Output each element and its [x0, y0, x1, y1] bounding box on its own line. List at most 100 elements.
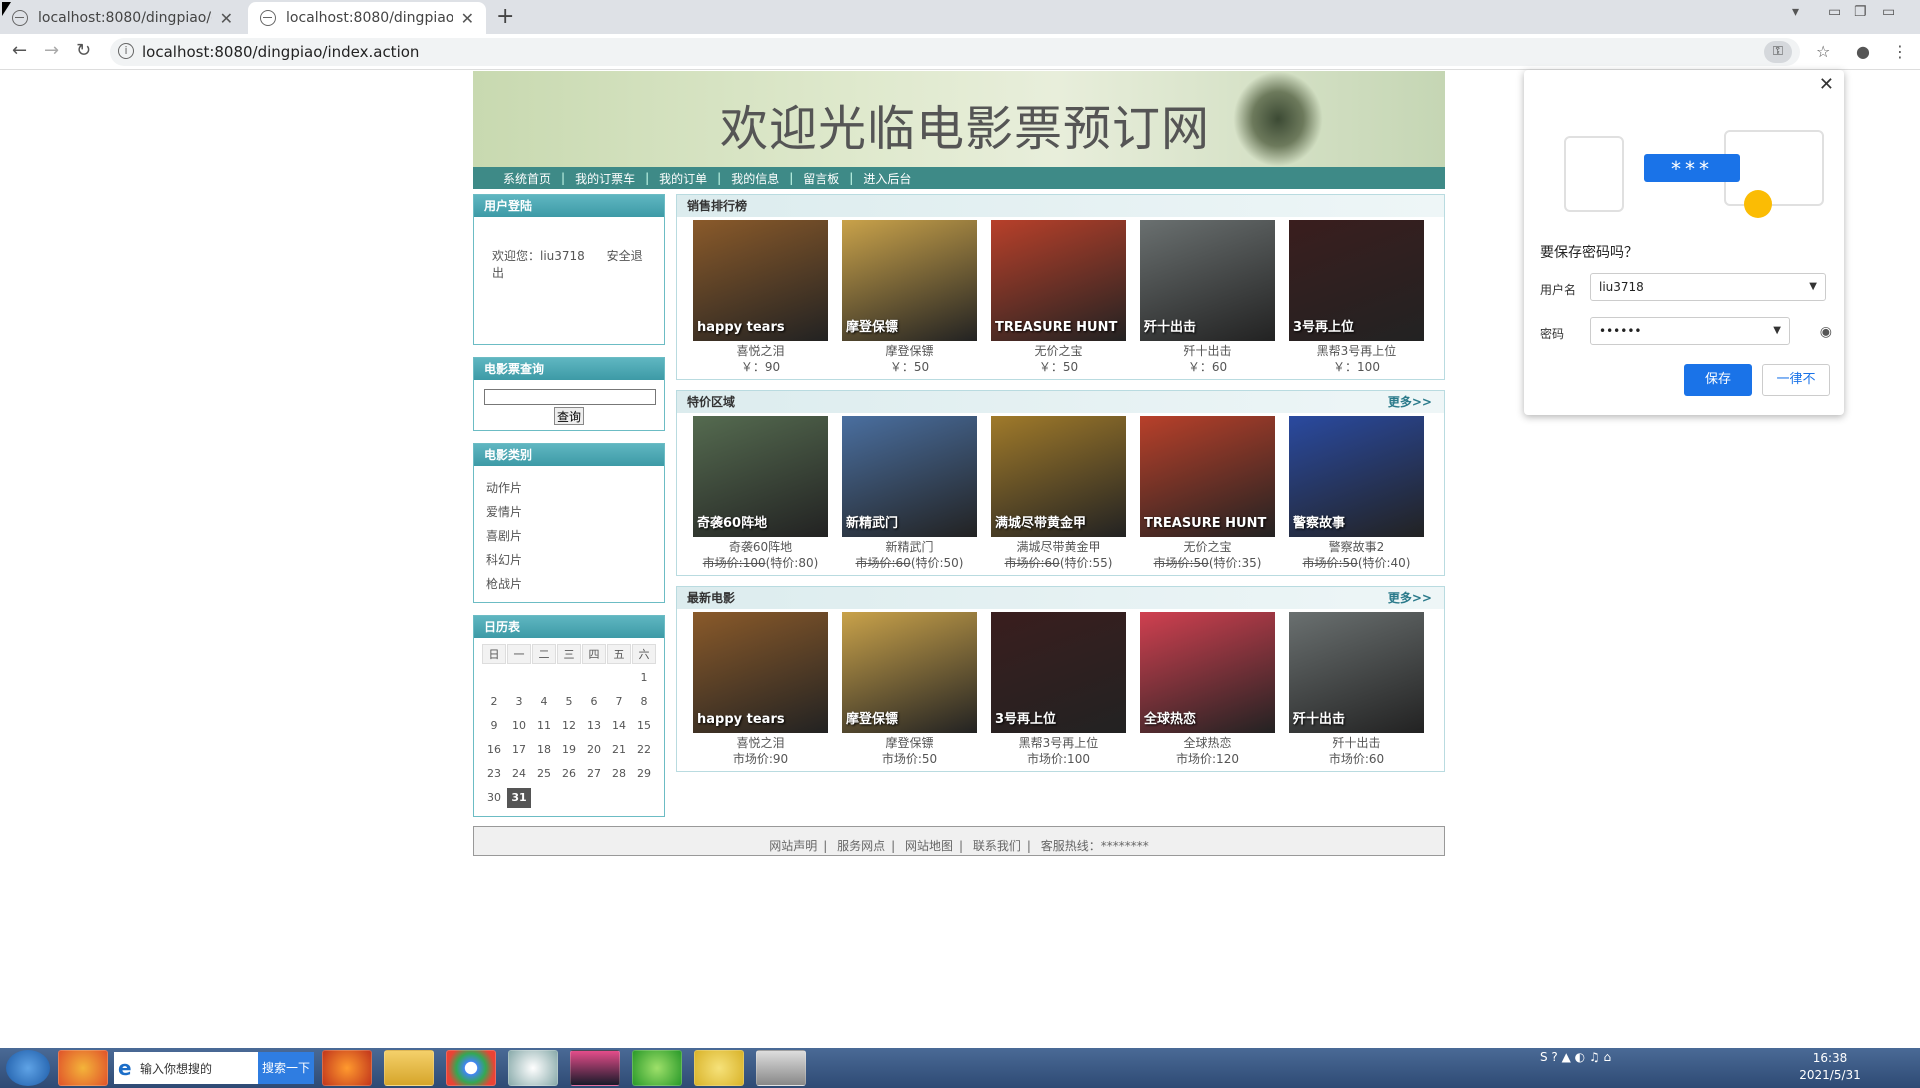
search-go-button[interactable]: 搜索一下 — [258, 1052, 314, 1084]
movie-card[interactable]: 歼十出击 歼十出击 市场价:60 — [1289, 612, 1424, 767]
calendar-day[interactable]: 13 — [582, 716, 606, 736]
star-icon[interactable]: ☆ — [1816, 42, 1830, 61]
menu-icon[interactable]: ⋮ — [1892, 42, 1908, 61]
calendar-day[interactable]: 8 — [632, 692, 656, 712]
nav-home[interactable]: 系统首页 — [503, 170, 551, 187]
movie-poster[interactable]: happy tears — [693, 612, 828, 733]
app-icon[interactable] — [694, 1050, 744, 1086]
new-tab-button[interactable]: + — [496, 4, 514, 29]
movie-card[interactable]: 摩登保镖 摩登保镖 市场价:50 — [842, 612, 977, 767]
movie-name[interactable]: 喜悦之泪 — [693, 343, 828, 359]
calendar-day[interactable]: 5 — [557, 692, 581, 712]
calendar-day[interactable]: 23 — [482, 764, 506, 784]
movie-card[interactable]: happy tears 喜悦之泪 市场价:90 — [693, 612, 828, 767]
password-field[interactable]: •••••• ▼ — [1590, 317, 1790, 345]
movie-poster[interactable]: 警察故事 — [1289, 416, 1424, 537]
calendar-day[interactable]: 7 — [607, 692, 631, 712]
app-icon[interactable] — [508, 1050, 558, 1086]
movie-name[interactable]: 摩登保镖 — [842, 343, 977, 359]
calendar-day[interactable]: 25 — [532, 764, 556, 784]
movie-name[interactable]: 摩登保镖 — [842, 735, 977, 751]
forward-icon[interactable]: → — [44, 40, 59, 61]
movie-card[interactable]: 新精武门 新精武门 市场价:60(特价:50) — [842, 416, 977, 571]
username-field[interactable]: liu3718 ▼ — [1590, 273, 1826, 301]
clock[interactable]: 16:38 2021/5/31 — [1790, 1050, 1870, 1084]
movie-name[interactable]: 满城尽带黄金甲 — [991, 539, 1126, 555]
movie-poster[interactable]: happy tears — [693, 220, 828, 341]
movie-card[interactable]: TREASURE HUNT 无价之宝 ￥：50 — [991, 220, 1126, 375]
calendar-day[interactable]: 2 — [482, 692, 506, 712]
calendar-day[interactable]: 29 — [632, 764, 656, 784]
firefox-icon[interactable] — [322, 1050, 372, 1086]
minimize-button[interactable]: ▭ — [1828, 4, 1841, 20]
movie-poster[interactable]: 全球热恋 — [1140, 612, 1275, 733]
system-tray[interactable]: S ? ▲ ◐ ♫ ⌂ — [1540, 1050, 1611, 1064]
movie-name[interactable]: 警察故事2 — [1289, 539, 1424, 555]
category-item[interactable]: 喜剧片 — [486, 524, 664, 548]
wechat-icon[interactable] — [632, 1050, 682, 1086]
calendar-day[interactable]: 21 — [607, 740, 631, 760]
calendar-day[interactable]: 12 — [557, 716, 581, 736]
calendar-day[interactable]: 4 — [532, 692, 556, 712]
movie-poster[interactable]: 摩登保镖 — [842, 220, 977, 341]
movie-card[interactable]: 全球热恋 全球热恋 市场价:120 — [1140, 612, 1275, 767]
calendar-day[interactable]: 22 — [632, 740, 656, 760]
more-link[interactable]: 更多>> — [1388, 587, 1432, 609]
movie-card[interactable]: 歼十出击 歼十出击 ￥：60 — [1140, 220, 1275, 375]
calendar-day[interactable]: 14 — [607, 716, 631, 736]
eye-icon[interactable]: ◉ — [1820, 324, 1832, 340]
calendar-day[interactable]: 27 — [582, 764, 606, 784]
category-item[interactable]: 动作片 — [486, 476, 664, 500]
calendar-day[interactable]: 16 — [482, 740, 506, 760]
movie-poster[interactable]: 奇袭60阵地 — [693, 416, 828, 537]
address-bar[interactable]: i localhost:8080/dingpiao/index.action ⚿ — [110, 38, 1800, 66]
calendar-day[interactable]: 11 — [532, 716, 556, 736]
search-input[interactable] — [484, 388, 656, 405]
nav-info[interactable]: 我的信息 — [731, 170, 779, 187]
calendar-day[interactable]: 15 — [632, 716, 656, 736]
calendar-day[interactable]: 18 — [532, 740, 556, 760]
save-button[interactable]: 保存 — [1684, 364, 1752, 396]
movie-name[interactable]: 歼十出击 — [1140, 343, 1275, 359]
movie-card[interactable]: 3号再上位 黑帮3号再上位 ￥：100 — [1289, 220, 1424, 375]
calendar-day[interactable]: 31 — [507, 788, 531, 808]
taskbar-search[interactable]: e 输入你想搜的 搜索一下 — [114, 1052, 314, 1084]
nav-admin[interactable]: 进入后台 — [863, 170, 911, 187]
tab-index[interactable]: localhost:8080/dingpiao/inde ✕ — [248, 2, 486, 34]
calendar-day[interactable]: 20 — [582, 740, 606, 760]
app-icon[interactable] — [58, 1050, 108, 1086]
movie-name[interactable]: 全球热恋 — [1140, 735, 1275, 751]
footer-link[interactable]: 网站地图 — [905, 839, 953, 853]
movie-name[interactable]: 黑帮3号再上位 — [991, 735, 1126, 751]
calendar-day[interactable]: 28 — [607, 764, 631, 784]
movie-poster[interactable]: TREASURE HUNT — [991, 220, 1126, 341]
calendar-day[interactable]: 30 — [482, 788, 506, 808]
calendar-day[interactable]: 24 — [507, 764, 531, 784]
app-icon[interactable] — [756, 1050, 806, 1086]
category-item[interactable]: 科幻片 — [486, 548, 664, 572]
nav-orders[interactable]: 我的订单 — [659, 170, 707, 187]
movie-poster[interactable]: 歼十出击 — [1289, 612, 1424, 733]
restore-button[interactable]: ❐ — [1854, 4, 1867, 20]
category-item[interactable]: 爱情片 — [486, 500, 664, 524]
calendar-day[interactable]: 1 — [632, 668, 656, 688]
movie-name[interactable]: 黑帮3号再上位 — [1289, 343, 1424, 359]
calendar-day[interactable]: 3 — [507, 692, 531, 712]
tab-search-icon[interactable]: ▾ — [1792, 4, 1799, 20]
footer-link[interactable]: 服务网点 — [837, 839, 885, 853]
movie-card[interactable]: 摩登保镖 摩登保镖 ￥：50 — [842, 220, 977, 375]
tab-goods[interactable]: localhost:8080/dingpiao/good ✕ — [0, 2, 245, 34]
nav-cart[interactable]: 我的订票车 — [575, 170, 635, 187]
back-icon[interactable]: ← — [12, 40, 27, 61]
calendar-day[interactable]: 9 — [482, 716, 506, 736]
movie-poster[interactable]: 摩登保镖 — [842, 612, 977, 733]
dropdown-icon[interactable]: ▼ — [1773, 325, 1781, 336]
movie-poster[interactable]: 新精武门 — [842, 416, 977, 537]
search-button[interactable]: 查询 — [554, 407, 584, 425]
never-button[interactable]: 一律不 — [1762, 364, 1830, 396]
calendar-day[interactable]: 19 — [557, 740, 581, 760]
movie-card[interactable]: 奇袭60阵地 奇袭60阵地 市场价:100(特价:80) — [693, 416, 828, 571]
calendar-day[interactable]: 10 — [507, 716, 531, 736]
info-icon[interactable]: i — [118, 43, 134, 59]
close-icon[interactable]: ✕ — [220, 9, 233, 28]
